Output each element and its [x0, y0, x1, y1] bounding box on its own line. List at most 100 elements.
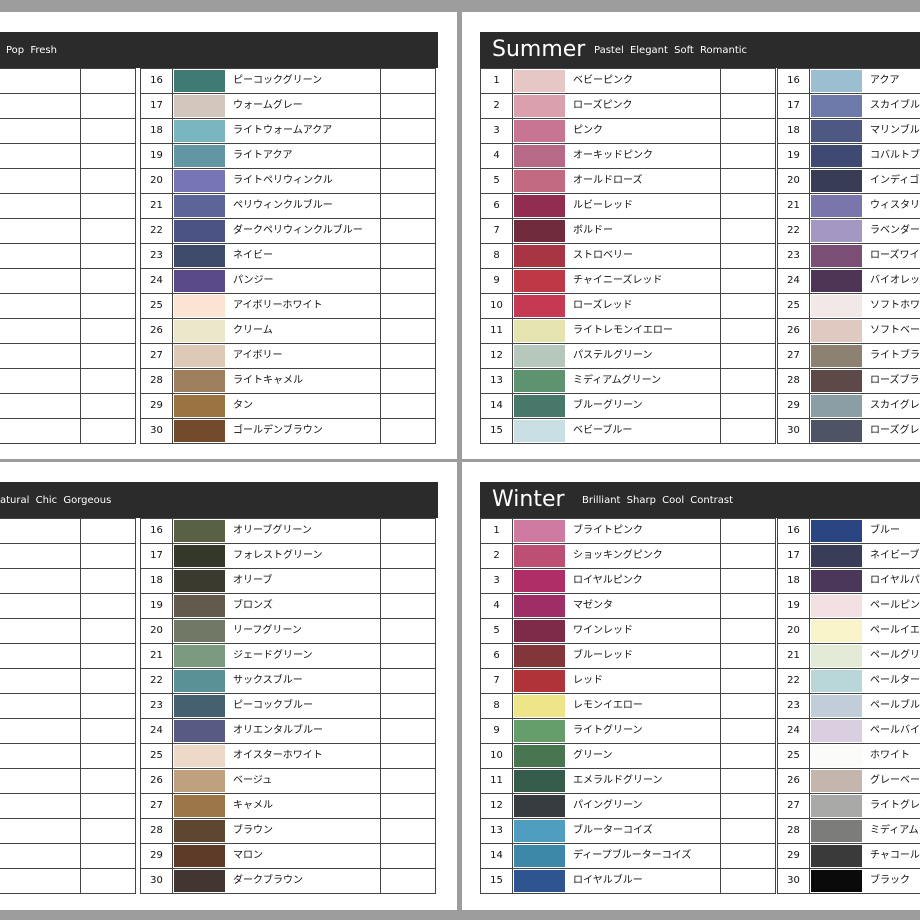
color-row: 19 ペールピン	[777, 594, 920, 619]
color-row: 23 ローズワイ	[777, 244, 920, 269]
color-name	[0, 669, 80, 693]
empty-check-cell	[80, 144, 136, 168]
color-row: 29 タン	[140, 394, 436, 419]
color-name: タン	[233, 400, 253, 411]
winter-header: Winter Brilliant Sharp Cool Contrast	[480, 482, 920, 518]
color-row: ド	[0, 569, 136, 594]
color-swatch	[811, 720, 862, 742]
color-row: 1 ベビーピンク	[480, 69, 776, 94]
color-number: 5	[480, 169, 513, 193]
empty-check-cell	[80, 694, 136, 718]
color-swatch	[811, 295, 862, 317]
color-row: 29 スカイグレ	[777, 394, 920, 419]
color-number: 22	[777, 669, 810, 693]
color-number: 17	[777, 94, 810, 118]
color-number: 8	[480, 694, 513, 718]
empty-check-cell	[720, 119, 776, 143]
color-row: レンジ	[0, 244, 136, 269]
empty-check-cell	[80, 69, 136, 93]
empty-check-cell	[380, 69, 436, 93]
color-name: ーン	[0, 394, 80, 418]
color-name: パステルグリーン	[573, 350, 653, 361]
color-name: ク	[0, 69, 80, 93]
color-swatch	[174, 795, 225, 817]
color-swatch	[174, 95, 225, 117]
color-number: 5	[480, 619, 513, 643]
color-swatch	[174, 420, 225, 442]
color-name: オーキッドピンク	[573, 150, 653, 161]
color-name: ソフトホワ	[870, 300, 920, 311]
color-swatch	[811, 320, 862, 342]
color-name: ロー	[0, 319, 80, 343]
color-swatch	[811, 745, 862, 767]
color-row: 9 ライトグリーン	[480, 719, 776, 744]
color-row: 3 ピンク	[480, 119, 776, 144]
color-name: ディープブルーターコイズ	[573, 850, 692, 861]
color-swatch	[174, 845, 225, 867]
color-swatch	[514, 220, 565, 242]
color-number: 28	[777, 369, 810, 393]
empty-check-cell	[380, 169, 436, 193]
color-row	[0, 94, 136, 119]
empty-check-cell	[380, 569, 436, 593]
color-row: 25 ソフトホワ	[777, 294, 920, 319]
color-row: 14 ブルーグリーン	[480, 394, 776, 419]
color-name: ローズワイ	[870, 250, 920, 261]
color-row: ン	[0, 144, 136, 169]
color-name: ブルーターコイズ	[573, 825, 653, 836]
color-row	[0, 744, 136, 769]
color-swatch	[811, 270, 862, 292]
color-swatch	[514, 695, 565, 717]
color-number: 29	[140, 844, 173, 868]
color-name: グレーベー	[870, 775, 920, 786]
color-name: ライトアクア	[233, 150, 293, 161]
color-number: 30	[777, 419, 810, 443]
color-swatch	[514, 95, 565, 117]
color-number: 20	[777, 169, 810, 193]
color-name: クリーム	[233, 325, 273, 336]
color-swatch	[514, 520, 565, 542]
color-number: 12	[480, 344, 513, 368]
color-swatch	[174, 770, 225, 792]
empty-check-cell	[720, 544, 776, 568]
color-name: フォレストグリーン	[233, 550, 323, 561]
color-number: 23	[777, 694, 810, 718]
color-swatch	[811, 370, 862, 392]
color-swatch	[811, 395, 862, 417]
color-row: 5 オールドローズ	[480, 169, 776, 194]
color-row: 17 ウォームグレー	[140, 94, 436, 119]
color-name	[0, 644, 80, 668]
color-name	[0, 519, 80, 543]
empty-check-cell	[720, 394, 776, 418]
color-name: アイボリー	[233, 350, 283, 361]
color-swatch	[811, 670, 862, 692]
color-row: 18 オリーブ	[140, 569, 436, 594]
color-name: ロイヤルパ	[870, 575, 920, 586]
color-swatch	[174, 670, 225, 692]
empty-check-cell	[720, 269, 776, 293]
color-swatch	[811, 820, 862, 842]
color-swatch	[811, 870, 862, 892]
empty-check-cell	[80, 619, 136, 643]
spring-header: Pop Fresh	[0, 32, 438, 68]
color-swatch	[514, 595, 565, 617]
color-name: ローズレッド	[573, 300, 633, 311]
color-name: ブラウン	[233, 825, 273, 836]
color-number: 20	[777, 619, 810, 643]
color-name	[0, 719, 80, 743]
color-number: 29	[777, 844, 810, 868]
color-swatch	[174, 370, 225, 392]
empty-check-cell	[720, 769, 776, 793]
color-number: 18	[777, 569, 810, 593]
color-row: ク	[0, 194, 136, 219]
color-number: 21	[777, 644, 810, 668]
color-swatch	[514, 420, 565, 442]
color-row: 28 ライトキャメル	[140, 369, 436, 394]
color-row: 17 スカイブル	[777, 94, 920, 119]
color-name: レッド	[573, 675, 603, 686]
color-row: 22 ラベンダー	[777, 219, 920, 244]
color-swatch	[514, 545, 565, 567]
color-swatch	[514, 145, 565, 167]
color-name: ライトグリーン	[573, 725, 643, 736]
color-row: 2 ローズピンク	[480, 94, 776, 119]
